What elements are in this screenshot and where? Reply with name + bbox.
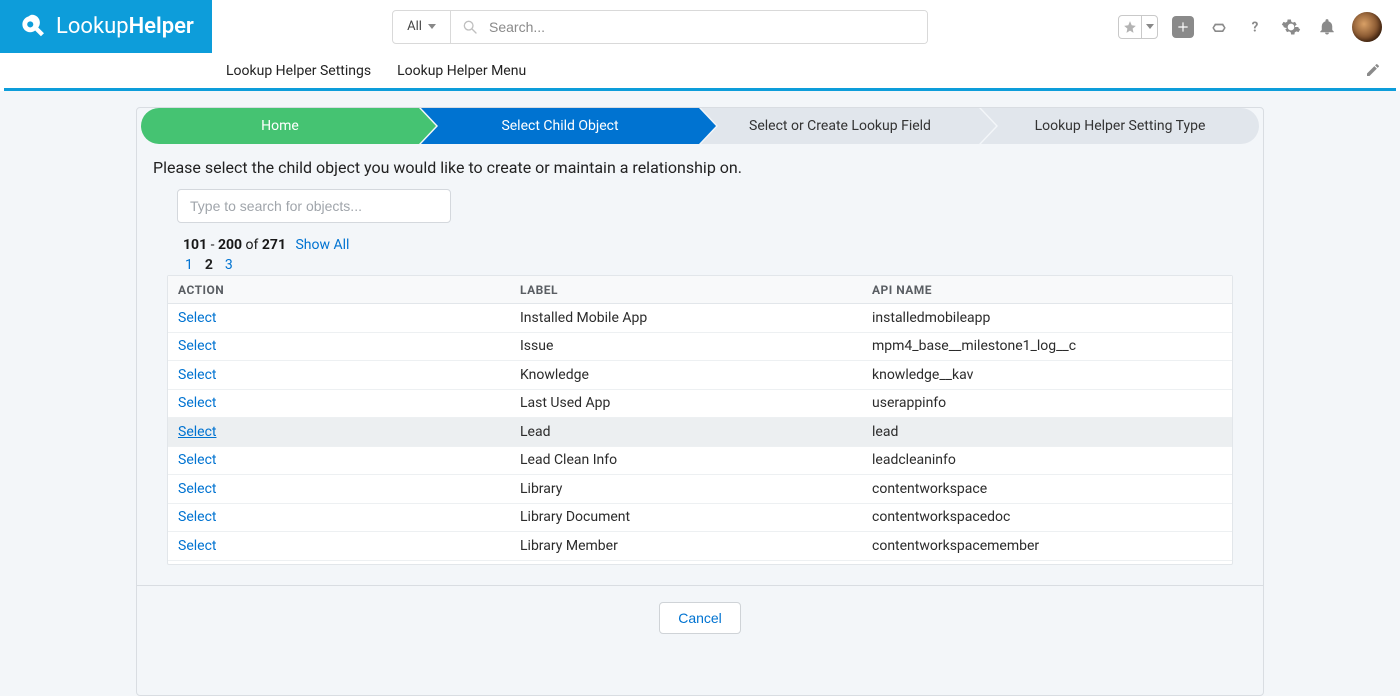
table-row: SelectLast Used Appuserappinfo bbox=[168, 390, 1232, 419]
object-search-input[interactable] bbox=[177, 189, 451, 223]
select-link[interactable]: Select bbox=[168, 310, 520, 326]
object-label: Lead bbox=[520, 424, 872, 440]
tab-lookup-helper-settings[interactable]: Lookup Helper Settings bbox=[226, 63, 371, 79]
sales-cloud-icon[interactable] bbox=[1208, 16, 1230, 38]
select-link[interactable]: Select bbox=[168, 509, 520, 525]
app-brand[interactable]: LookupHelper bbox=[0, 0, 212, 53]
brand-logo-icon bbox=[18, 13, 46, 41]
setup-gear-icon[interactable] bbox=[1280, 16, 1302, 38]
table-row: SelectLeadlead bbox=[168, 418, 1232, 447]
help-icon[interactable]: ? bbox=[1244, 16, 1266, 38]
table-row: SelectKnowledgeknowledge__kav bbox=[168, 361, 1232, 390]
page-link[interactable]: 2 bbox=[205, 257, 213, 273]
search-scope-label: All bbox=[407, 19, 422, 34]
object-api-name: mpm4_base__milestone1_log__c bbox=[872, 338, 1232, 354]
wizard-prompt: Please select the child object you would… bbox=[137, 158, 1263, 189]
header-middle: All bbox=[212, 0, 1118, 53]
range-total: 271 bbox=[262, 237, 286, 253]
header-utilities: ? bbox=[1118, 0, 1400, 53]
col-header-api: API NAME bbox=[872, 283, 1232, 297]
star-icon bbox=[1119, 20, 1141, 34]
edit-nav-icon[interactable] bbox=[1364, 61, 1382, 79]
cancel-button[interactable]: Cancel bbox=[659, 602, 741, 634]
object-api-name: contentworkspacedoc bbox=[872, 509, 1232, 525]
object-label: Library Member bbox=[520, 538, 872, 554]
page-link[interactable]: 3 bbox=[225, 257, 233, 273]
path-step-label: Select or Create Lookup Field bbox=[739, 118, 941, 134]
notifications-bell-icon[interactable] bbox=[1316, 16, 1338, 38]
wizard-card: Home Select Child Object Select or Create … bbox=[136, 107, 1264, 696]
range-end: 200 bbox=[218, 237, 242, 253]
table-row: SelectLibrary Documentcontentworkspacedo… bbox=[168, 504, 1232, 533]
path-step[interactable]: Select or Create Lookup Field bbox=[701, 108, 979, 144]
object-label: Issue bbox=[520, 338, 872, 354]
favorites-dropdown[interactable] bbox=[1141, 16, 1157, 38]
search-icon bbox=[451, 19, 489, 35]
range-start: 101 bbox=[183, 237, 207, 253]
table-row: SelectInstalled Mobile Appinstalledmobil… bbox=[168, 304, 1232, 333]
path-step-label: Lookup Helper Setting Type bbox=[1025, 118, 1216, 134]
pagination-info: 101 - 200 of 271 Show All bbox=[137, 237, 1263, 253]
object-api-name: leadcleaninfo bbox=[872, 452, 1232, 468]
select-link[interactable]: Select bbox=[168, 338, 520, 354]
select-link[interactable]: Select bbox=[168, 538, 520, 554]
wizard-path: Home Select Child Object Select or Create … bbox=[137, 108, 1263, 144]
object-label: Installed Mobile App bbox=[520, 310, 872, 326]
global-search: All bbox=[392, 10, 928, 44]
pagination-pages: 123 bbox=[185, 257, 1263, 273]
table-row: SelectLibrary Permissioncontentworkspace… bbox=[168, 561, 1232, 565]
object-api-name: contentworkspacemember bbox=[872, 538, 1232, 554]
search-scope-dropdown[interactable]: All bbox=[393, 11, 451, 43]
object-api-name: userappinfo bbox=[872, 395, 1232, 411]
user-avatar[interactable] bbox=[1352, 12, 1382, 42]
global-header: LookupHelper All ? bbox=[0, 0, 1400, 54]
select-link[interactable]: Select bbox=[168, 452, 520, 468]
path-step[interactable]: Lookup Helper Setting Type bbox=[981, 108, 1259, 144]
path-step[interactable]: Home bbox=[141, 108, 419, 144]
col-header-label: LABEL bbox=[520, 283, 872, 297]
objects-table: ACTION LABEL API NAME SelectInstalled Mo… bbox=[167, 275, 1233, 565]
table-body[interactable]: SelectInstalled Mobile Appinstalledmobil… bbox=[168, 304, 1232, 564]
object-api-name: installedmobileapp bbox=[872, 310, 1232, 326]
wizard-footer: Cancel bbox=[137, 585, 1263, 652]
page-link[interactable]: 1 bbox=[185, 257, 193, 273]
object-label: Library bbox=[520, 481, 872, 497]
tab-lookup-helper-menu[interactable]: Lookup Helper Menu bbox=[397, 63, 526, 79]
object-label: Last Used App bbox=[520, 395, 872, 411]
object-api-name: lead bbox=[872, 424, 1232, 440]
select-link[interactable]: Select bbox=[168, 481, 520, 497]
show-all-link[interactable]: Show All bbox=[295, 237, 349, 253]
global-actions-button[interactable] bbox=[1172, 16, 1194, 38]
object-label: Knowledge bbox=[520, 367, 872, 383]
plus-icon bbox=[1176, 20, 1190, 34]
svg-text:?: ? bbox=[1252, 19, 1259, 35]
table-header-row: ACTION LABEL API NAME bbox=[168, 276, 1232, 304]
table-row: SelectLibrarycontentworkspace bbox=[168, 475, 1232, 504]
path-step[interactable]: Select Child Object bbox=[421, 108, 699, 144]
page-body: Home Select Child Object Select or Create … bbox=[0, 91, 1400, 696]
caret-down-icon bbox=[428, 24, 436, 29]
app-nav-tabs: Lookup Helper Settings Lookup Helper Men… bbox=[0, 54, 1400, 88]
object-label: Lead Clean Info bbox=[520, 452, 872, 468]
select-link[interactable]: Select bbox=[168, 395, 520, 411]
favorites-button[interactable] bbox=[1118, 15, 1158, 39]
table-row: SelectLead Clean Infoleadcleaninfo bbox=[168, 447, 1232, 476]
path-step-label: Select Child Object bbox=[491, 118, 628, 134]
col-header-action: ACTION bbox=[168, 283, 520, 297]
table-row: SelectLibrary Membercontentworkspacememb… bbox=[168, 532, 1232, 561]
brand-name: LookupHelper bbox=[56, 14, 194, 39]
table-row: SelectIssuempm4_base__milestone1_log__c bbox=[168, 333, 1232, 362]
object-label: Library Document bbox=[520, 509, 872, 525]
select-link[interactable]: Select bbox=[168, 424, 520, 440]
select-link[interactable]: Select bbox=[168, 367, 520, 383]
object-api-name: contentworkspace bbox=[872, 481, 1232, 497]
caret-down-icon bbox=[1146, 24, 1154, 29]
object-api-name: knowledge__kav bbox=[872, 367, 1232, 383]
of-word: of bbox=[246, 237, 259, 253]
search-input[interactable] bbox=[489, 11, 927, 43]
path-step-label: Home bbox=[251, 118, 309, 134]
